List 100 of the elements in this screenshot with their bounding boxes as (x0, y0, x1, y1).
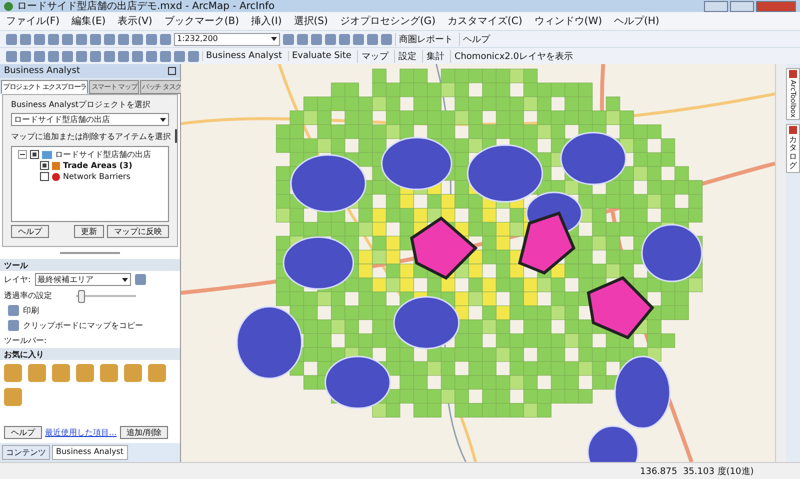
tree-item[interactable]: Network Barriers (63, 172, 130, 181)
checkbox[interactable] (40, 172, 49, 181)
favorite-tool-icon[interactable] (4, 388, 22, 406)
help-button[interactable]: ヘルプ (11, 225, 49, 238)
tool-icon[interactable] (104, 50, 115, 62)
toolbar-menu[interactable]: マップ (357, 50, 392, 62)
project-dropdown[interactable]: ロードサイド型店舗の出店 (11, 113, 169, 126)
favorite-tool-icon[interactable] (148, 364, 166, 382)
side-tab[interactable]: カタログ (786, 124, 800, 173)
copy-link[interactable]: クリップボードにマップをコピー (23, 320, 143, 331)
window-tab[interactable]: コンテンツ (2, 445, 50, 460)
tool-icon[interactable] (188, 50, 199, 62)
scale-field[interactable]: 1:232,200 (174, 32, 280, 46)
menu-item[interactable]: ジオプロセシング(G) (340, 14, 436, 28)
recent-items-link[interactable]: 最近使用した項目... (45, 427, 117, 438)
section-title: ツール (4, 260, 28, 270)
menu-item[interactable]: ウィンドウ(W) (534, 14, 602, 28)
coordinates-text: 136.875 35.103 度(10進) (640, 466, 754, 478)
menu-item[interactable]: 表示(V) (118, 14, 152, 28)
tool-icon[interactable] (6, 34, 17, 44)
layer-icon (52, 162, 60, 170)
tool-icon[interactable] (353, 34, 364, 44)
tool-icon[interactable] (34, 50, 45, 62)
menu-item[interactable]: カスタマイズ(C) (448, 14, 522, 28)
favorite-tool-icon[interactable] (100, 364, 118, 382)
slider-thumb[interactable] (78, 290, 86, 302)
tool-icon[interactable] (160, 34, 171, 44)
tool-icon[interactable] (283, 34, 294, 44)
favorite-tool-icon[interactable] (76, 364, 94, 382)
tool-icon[interactable] (90, 50, 101, 62)
toolbar-menu[interactable]: Evaluate Site (288, 51, 354, 61)
tool-icon[interactable] (118, 50, 129, 62)
favorite-tool-icon[interactable] (28, 364, 46, 382)
menu-item[interactable]: 選択(S) (294, 14, 328, 28)
tool-icon[interactable] (90, 34, 101, 44)
toolbar-menu[interactable]: ヘルプ (459, 32, 493, 46)
tool-icon[interactable] (48, 34, 59, 44)
menu-item[interactable]: ヘルプ(H) (614, 14, 660, 28)
checkbox[interactable] (40, 161, 49, 170)
tool-icon[interactable] (367, 34, 378, 44)
transparency-label: 透過率の設定 (4, 290, 52, 301)
add-remove-button[interactable]: 追加/削除 (120, 426, 168, 439)
layer-label: レイヤ: (4, 274, 31, 285)
print-link[interactable]: 印刷 (23, 305, 39, 316)
tool-icon[interactable] (132, 50, 143, 62)
section-title: お気に入り (4, 348, 44, 360)
tool-icon[interactable] (132, 34, 143, 44)
menu-item[interactable]: 挿入(I) (251, 14, 282, 28)
layer-tool-icon[interactable] (134, 274, 146, 285)
tool-icon[interactable] (6, 50, 17, 62)
tool-icon[interactable] (104, 34, 115, 44)
toolbar-menu[interactable]: Business Analyst (202, 51, 285, 61)
window-title: ロードサイド型店舗の出店デモ.mxd - ArcMap - ArcInfo (17, 0, 276, 13)
printer-icon[interactable] (8, 305, 19, 316)
tool-icon[interactable] (76, 34, 87, 44)
scrollbar[interactable] (775, 64, 786, 462)
window-tab[interactable]: Business Analyst (52, 445, 128, 460)
minimize-button[interactable] (704, 0, 728, 12)
tool-icon[interactable] (62, 50, 73, 62)
tool-icon[interactable] (160, 50, 171, 62)
tool-icon[interactable] (146, 50, 157, 62)
tool-icon[interactable] (48, 50, 59, 62)
tool-icon[interactable] (76, 50, 87, 62)
favorite-tool-icon[interactable] (124, 364, 142, 382)
menu-item[interactable]: 編集(E) (72, 14, 106, 28)
menu-item[interactable]: ファイル(F) (6, 14, 60, 28)
collapse-icon[interactable] (18, 150, 27, 159)
tool-icon[interactable] (20, 34, 31, 44)
favorite-tool-icon[interactable] (4, 364, 22, 382)
layer-dropdown[interactable]: 最終候補エリア (34, 273, 131, 286)
apply-button[interactable]: マップに反映 (107, 225, 169, 238)
toolbar-label: ツールバー: (4, 335, 47, 346)
caret-icon (271, 37, 277, 41)
tree-item[interactable]: Trade Areas (3) (63, 161, 132, 170)
toolbar-menu[interactable]: 商圏レポート (395, 32, 456, 46)
copy-icon[interactable] (8, 320, 19, 331)
maximize-button[interactable] (730, 0, 754, 12)
toolbar-button[interactable]: Chomonicx2.0レイヤを表示 (450, 50, 576, 62)
close-button[interactable] (756, 0, 796, 12)
tree-item[interactable]: ロードサイド型店舗の出店 (55, 149, 151, 160)
tool-icon[interactable] (34, 34, 45, 44)
toolbar-menu[interactable]: 集計 (422, 50, 448, 62)
tool-icon[interactable] (339, 34, 350, 44)
help-button[interactable]: ヘルプ (4, 426, 42, 439)
favorite-tool-icon[interactable] (52, 364, 70, 382)
toolbar-menu[interactable]: 設定 (394, 50, 420, 62)
tool-icon[interactable] (146, 34, 157, 44)
tool-icon[interactable] (62, 34, 73, 44)
tool-icon[interactable] (311, 34, 322, 44)
tool-icon[interactable] (20, 50, 31, 62)
menu-item[interactable]: ブックマーク(B) (164, 14, 240, 28)
tool-icon[interactable] (174, 50, 185, 62)
checkbox[interactable] (30, 150, 39, 159)
tool-icon[interactable] (381, 34, 392, 44)
project-label: Business Analystプロジェクトを選択 (11, 99, 152, 110)
panel-title: Business Analyst (4, 66, 80, 76)
tool-icon[interactable] (118, 34, 129, 44)
refresh-button[interactable]: 更新 (74, 225, 104, 238)
tool-icon[interactable] (325, 34, 336, 44)
tool-icon[interactable] (297, 34, 308, 44)
